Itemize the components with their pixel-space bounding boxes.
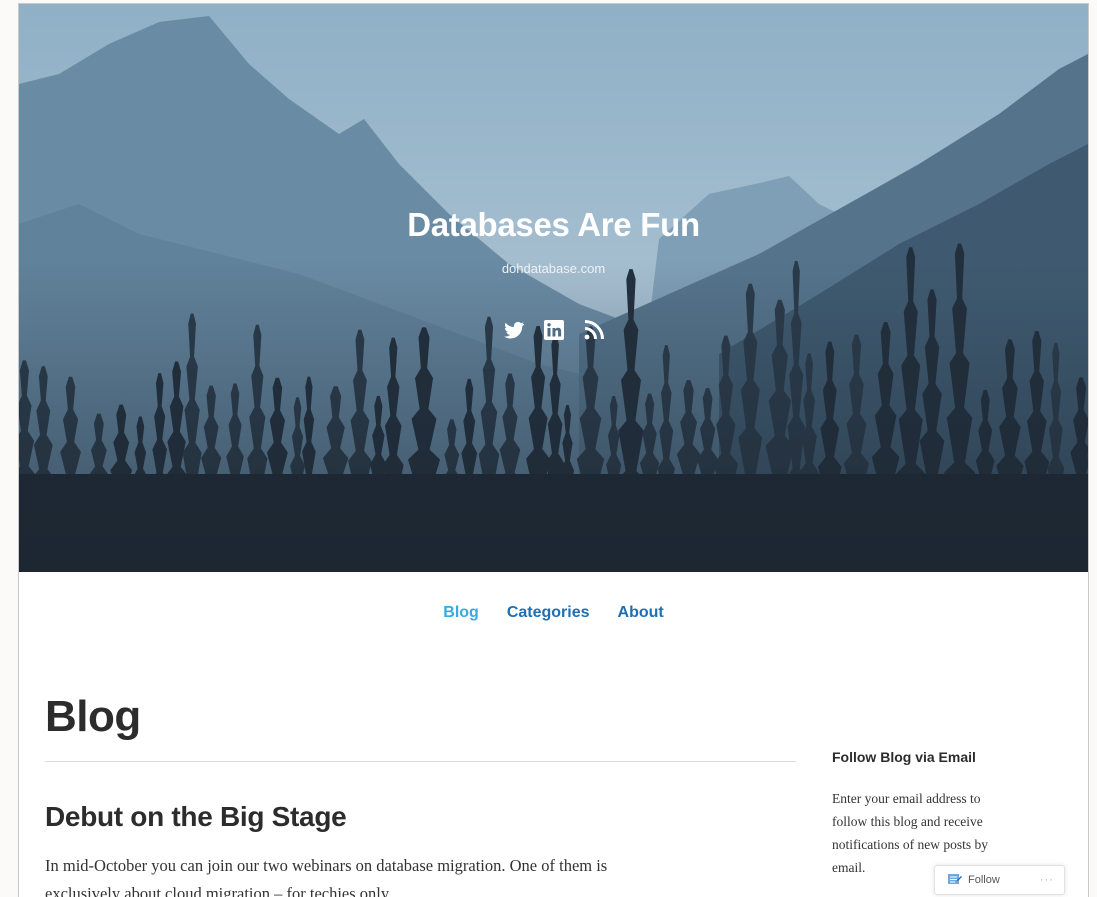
post-title[interactable]: Debut on the Big Stage	[45, 801, 347, 833]
widget-title: Follow Blog via Email	[832, 749, 976, 765]
page-title: Blog	[45, 692, 141, 741]
nav-about[interactable]: About	[618, 604, 664, 622]
rss-icon[interactable]	[582, 318, 606, 342]
widget-line: follow this blog and receive	[832, 814, 983, 829]
browser-page: Databases Are Fun dohdatabase.com Blog C…	[18, 3, 1089, 897]
sidebar-widget: Follow Blog via Email Enter your email a…	[832, 749, 1057, 879]
title-divider	[45, 761, 796, 762]
site-title[interactable]: Databases Are Fun	[19, 206, 1088, 244]
nav-categories[interactable]: Categories	[507, 604, 590, 622]
widget-line: notifications of new posts by	[832, 837, 988, 852]
linkedin-icon[interactable]	[542, 318, 566, 342]
widget-line: Enter your email address to	[832, 791, 981, 806]
twitter-icon[interactable]	[502, 318, 526, 342]
post-excerpt-line: In mid-October you can join our two webi…	[45, 856, 608, 875]
post-excerpt-line: exclusively about cloud migration – for …	[45, 884, 393, 897]
social-links	[19, 318, 1088, 342]
nav-blog[interactable]: Blog	[443, 604, 479, 622]
more-options-button[interactable]: ···	[1040, 874, 1054, 886]
main-navigation: Blog Categories About	[19, 604, 1088, 622]
follow-label: Follow	[968, 874, 1000, 886]
post-excerpt: In mid-October you can join our two webi…	[45, 852, 805, 897]
site-subtitle: dohdatabase.com	[501, 261, 606, 276]
follow-button[interactable]: Follow	[935, 872, 1000, 889]
mountain-forest-image	[19, 4, 1088, 572]
follow-icon	[947, 872, 963, 889]
follow-bar: Follow ···	[934, 865, 1065, 895]
header-hero: Databases Are Fun dohdatabase.com	[19, 4, 1088, 572]
